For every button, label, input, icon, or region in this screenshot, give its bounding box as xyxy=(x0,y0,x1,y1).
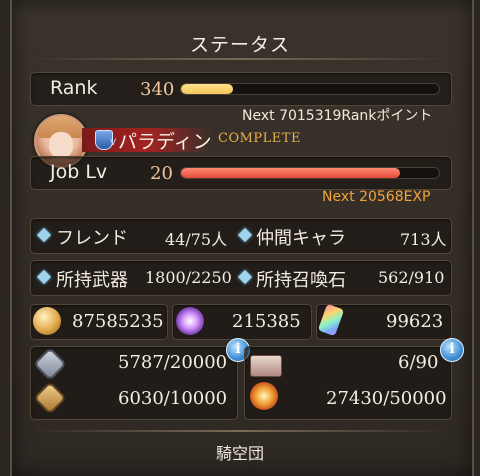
ticket-value: 6/90 xyxy=(398,352,439,373)
ticket-icon xyxy=(250,355,282,377)
crystal-value: 215385 xyxy=(232,311,301,332)
title-divider xyxy=(30,58,450,60)
rank-next-text: Next 7015319Rankポイント xyxy=(242,108,433,124)
avatar-face xyxy=(49,132,73,158)
rainbow-value: 99623 xyxy=(386,311,444,332)
friend-value: 44/75人 xyxy=(165,230,228,249)
job-next-text: Next 20568EXP xyxy=(322,189,431,205)
rank-label: Rank xyxy=(50,77,98,99)
ally-value: 713人 xyxy=(400,230,447,249)
friend-label: フレンド xyxy=(56,228,128,249)
job-complete-status: COMPLETE xyxy=(218,131,301,146)
crystal-gem-icon xyxy=(176,307,204,335)
job-level-label: Job Lv xyxy=(50,161,108,183)
page-title: ステータス xyxy=(189,34,290,56)
rupie-coin-icon xyxy=(33,307,61,335)
rupie-value: 87585235 xyxy=(72,311,164,332)
footer-divider xyxy=(30,430,450,432)
gold-emblem-value: 6030/10000 xyxy=(118,388,228,409)
silver-emblem-value: 5787/20000 xyxy=(118,352,228,373)
star-burst-icon xyxy=(250,382,278,410)
job-progress-bar xyxy=(180,167,440,179)
weapon-label: 所持武器 xyxy=(56,270,128,291)
crew-title: 騎空団 xyxy=(215,444,264,463)
job-progress-fill xyxy=(181,168,401,178)
burst-value: 27430/50000 xyxy=(326,388,447,409)
rank-progress-fill xyxy=(181,84,233,94)
rank-value: 340 xyxy=(140,79,175,100)
summon-value: 562/910 xyxy=(378,268,445,287)
rank-progress-bar xyxy=(180,83,440,95)
job-name: パラディン xyxy=(118,131,212,153)
job-rank-badge: V xyxy=(110,138,117,148)
ally-label: 仲間キャラ xyxy=(256,228,346,249)
job-level-value: 20 xyxy=(150,163,173,184)
ticket-info-icon[interactable]: i xyxy=(440,338,464,362)
summon-label: 所持召喚石 xyxy=(256,270,346,291)
weapon-value: 1800/2250 xyxy=(145,268,232,287)
